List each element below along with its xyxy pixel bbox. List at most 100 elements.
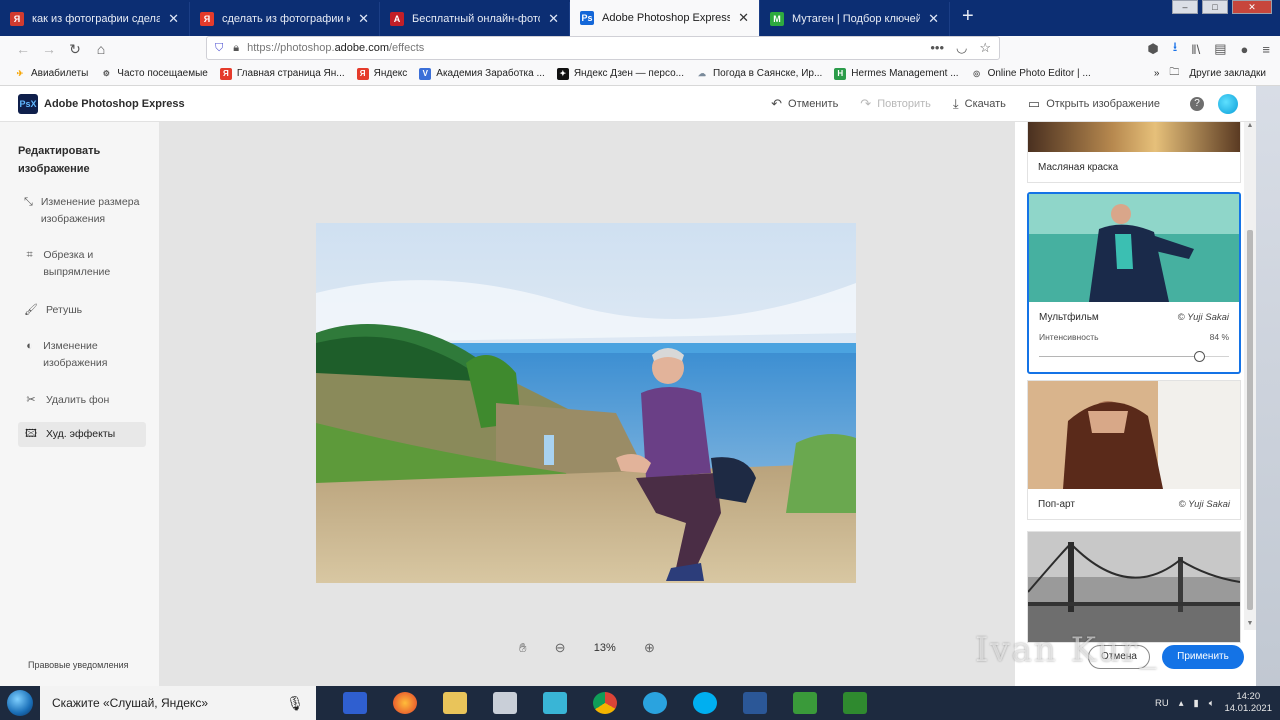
bookmark-item[interactable]: ✦ Яндекс Дзен — персо... (556, 67, 684, 80)
bookmark-item[interactable]: Я Главная страница Ян... (219, 67, 345, 80)
new-tab-icon[interactable]: + (962, 5, 974, 28)
taskbar-search[interactable]: Скажите «Слушай, Яндекс» 🎙︎ (40, 686, 316, 720)
taskbar-app-telegram[interactable] (630, 686, 680, 720)
taskbar-app-word[interactable] (730, 686, 780, 720)
browser-tab-1[interactable]: Я как из фотографии сделать ка ✕ (0, 2, 190, 36)
effect-card-bridge[interactable] (1027, 531, 1241, 643)
avatar[interactable] (1218, 94, 1238, 114)
telegram-icon (643, 692, 667, 714)
close-tab-icon[interactable]: ✕ (168, 11, 179, 27)
bookmark-label: Online Photo Editor | ... (987, 68, 1091, 79)
taskbar-app-firefox[interactable] (380, 686, 430, 720)
bookmark-item[interactable]: H Hermes Management ... (834, 67, 959, 80)
more-actions-icon[interactable]: ••• (930, 40, 944, 56)
apply-button[interactable]: Применить (1162, 645, 1244, 669)
skype-icon (693, 692, 717, 714)
bookmark-label: Hermes Management ... (851, 68, 959, 79)
scissors-icon: ✂ (26, 394, 36, 406)
shield-icon[interactable]: ⛉ (215, 42, 223, 55)
intensity-slider[interactable] (1039, 350, 1229, 364)
redo-button[interactable]: ↷ Повторить (860, 96, 931, 112)
chevron-more-icon[interactable]: » (1154, 68, 1160, 79)
address-bar[interactable]: ⛉ 🔒︎ https://photoshop. adobe.com/effects… (206, 36, 1000, 60)
taskbar-app-calculator[interactable] (480, 686, 530, 720)
zoom-in-icon[interactable]: ⊕ (644, 640, 655, 656)
plane-icon: ✈ (16, 68, 24, 78)
legal-notices-link[interactable]: Правовые уведомления (28, 660, 128, 670)
browser-tab-5[interactable]: M Мутаген | Подбор ключей ✕ (760, 2, 950, 36)
taskbar-app-save[interactable] (330, 686, 380, 720)
close-tab-icon[interactable]: ✕ (738, 10, 749, 26)
effect-card-oil-paint[interactable]: Масляная краска (1027, 122, 1241, 183)
taskbar-app-skype[interactable] (680, 686, 730, 720)
pocket-icon[interactable]: ◡ (956, 40, 967, 56)
chevron-up-icon[interactable]: ▴ (1179, 698, 1184, 709)
download-arrow-icon[interactable]: ⭳ (1173, 38, 1178, 60)
sidebar-item-adjust[interactable]: ◐ Изменение изображения (18, 334, 146, 376)
back-icon[interactable]: ← (10, 41, 36, 57)
effect-card-cartoon[interactable]: Мультфильм © Yuji Sakai Интенсивность 84 % (1027, 192, 1241, 374)
windows-taskbar: Скажите «Слушай, Яндекс» 🎙︎ RU ▴ ▮ 🔈︎ 14… (0, 686, 1280, 720)
scrollbar-thumb[interactable] (1247, 230, 1253, 610)
clock[interactable]: 14:20 14.01.2021 (1224, 691, 1272, 715)
sidebar-item-retouch[interactable]: 🖌︎ Ретушь (18, 298, 146, 323)
intensity-label: Интенсивность (1039, 332, 1099, 342)
bookmark-item[interactable]: V Академия Заработка ... (419, 67, 545, 80)
taskbar-app-chrome[interactable] (580, 686, 630, 720)
browser-tab-4-active[interactable]: Ps Adobe Photoshop Express ✕ (570, 0, 760, 36)
undo-label: Отменить (788, 98, 839, 110)
maximize-icon[interactable]: □ (1202, 0, 1228, 14)
sidebar-item-effects[interactable]: 🖾︎ Худ. эффекты (18, 422, 146, 447)
close-tab-icon[interactable]: ✕ (928, 11, 939, 27)
home-icon[interactable]: ⌂ (88, 41, 114, 57)
volume-icon[interactable]: 🔈︎ (1209, 698, 1215, 709)
sidebar-toggle-icon[interactable]: ▤ (1214, 41, 1226, 57)
open-image-button[interactable]: ▭ Открыть изображение (1028, 96, 1160, 112)
download-button[interactable]: ⤓ Скачать (953, 96, 1006, 112)
forward-icon[interactable]: → (36, 41, 62, 57)
microphone-icon[interactable]: 🎙︎ (286, 695, 304, 712)
bookmark-item[interactable]: ◎ Online Photo Editor | ... (971, 68, 1091, 80)
sidebar-item-resize[interactable]: ⤡ Изменение размера изображения (18, 190, 146, 232)
zoom-out-icon[interactable]: ⊖ (555, 640, 566, 656)
taskbar-app-explorer[interactable] (430, 686, 480, 720)
language-indicator[interactable]: RU (1155, 698, 1169, 709)
sidebar-item-crop[interactable]: ⌗ Обрезка и выпрямление (18, 243, 146, 285)
open-image-label: Открыть изображение (1046, 98, 1160, 110)
network-icon[interactable]: ▮ (1194, 698, 1199, 709)
hand-tool-icon[interactable]: ✋︎ (519, 640, 526, 656)
help-icon[interactable]: ? (1190, 97, 1204, 111)
bookmark-star-icon[interactable]: ☆ (979, 40, 991, 56)
sidebar-item-remove-bg[interactable]: ✂ Удалить фон (18, 388, 146, 413)
taskbar-app-camtasia-2[interactable] (830, 686, 880, 720)
effect-card-pop-art[interactable]: Поп-арт © Yuji Sakai (1027, 380, 1241, 520)
start-button[interactable] (0, 686, 40, 720)
close-tab-icon[interactable]: ✕ (548, 11, 559, 27)
mutagen-favicon-icon: M (770, 12, 784, 26)
close-window-icon[interactable]: ✕ (1232, 0, 1272, 14)
browser-tab-3[interactable]: A Бесплатный онлайн-фоторед ✕ (380, 2, 570, 36)
minimize-icon[interactable]: – (1172, 0, 1198, 14)
other-bookmarks[interactable]: Другие закладки (1189, 68, 1266, 79)
effect-name: Масляная краска (1038, 161, 1119, 173)
library-icon[interactable]: ‖\ (1191, 42, 1200, 57)
scroll-up-icon[interactable]: ▲ (1244, 122, 1256, 132)
browser-tab-2[interactable]: Я сделать из фотографии карти ✕ (190, 2, 380, 36)
bookmark-item[interactable]: Я Яндекс (356, 67, 407, 80)
taskbar-app-bird[interactable] (530, 686, 580, 720)
undo-button[interactable]: ↶ Отменить (771, 96, 838, 112)
lock-icon[interactable]: 🔒︎ (233, 42, 239, 55)
bookmark-item[interactable]: ⚙ Часто посещаемые (100, 68, 208, 80)
bookmark-item[interactable]: ✈ Авиабилеты (14, 68, 89, 80)
taskbar-app-camtasia-1[interactable] (780, 686, 830, 720)
menu-icon[interactable]: ≡ (1262, 42, 1270, 57)
scroll-down-icon[interactable]: ▼ (1244, 620, 1256, 630)
account-icon[interactable]: ● (1241, 42, 1249, 57)
effects-scrollbar[interactable]: ▲ ▼ (1244, 122, 1256, 630)
slider-handle[interactable] (1193, 351, 1205, 362)
close-tab-icon[interactable]: ✕ (358, 11, 369, 27)
reload-icon[interactable]: ↻ (62, 41, 88, 58)
bookmark-item[interactable]: ☁ Погода в Саянске, Ир... (696, 68, 822, 80)
redo-icon: ↷ (860, 96, 872, 111)
collections-icon[interactable]: ⬢ (1147, 41, 1158, 57)
